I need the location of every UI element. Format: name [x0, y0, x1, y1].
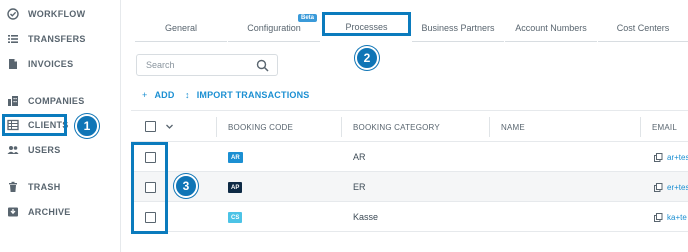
tab-business-partners[interactable]: Business Partners — [412, 14, 504, 42]
booking-code-badge: AP — [228, 182, 243, 193]
select-all-checkbox[interactable] — [145, 121, 156, 132]
table-row[interactable]: AP ER er+tes — [131, 172, 688, 202]
booking-category-cell: Kasse — [353, 212, 379, 222]
sidebar-item-label: TRANSFERS — [28, 34, 86, 44]
column-divider — [640, 117, 641, 137]
archive-icon — [6, 205, 20, 219]
search-input[interactable]: Search — [136, 54, 278, 76]
column-header-email[interactable]: EMAIL — [652, 111, 677, 143]
tab-label: Account Numbers — [515, 22, 587, 33]
step-1-badge: 1 — [75, 114, 99, 138]
booking-category-cell: ER — [353, 182, 366, 192]
clients-highlight-box — [2, 114, 67, 136]
sidebar-item-label: USERS — [28, 145, 61, 155]
tab-label: General — [164, 22, 198, 33]
booking-category-cell: AR — [353, 152, 366, 162]
booking-code-badge: AR — [228, 152, 243, 163]
tab-account-numbers[interactable]: Account Numbers — [505, 14, 597, 42]
email-cell[interactable]: ka+te — [654, 202, 687, 232]
sidebar-item-trash[interactable]: TRASH — [6, 177, 61, 197]
sidebar-item-users[interactable]: USERS — [6, 140, 61, 160]
tab-label: Processes — [345, 22, 388, 32]
table-header: BOOKING CODE BOOKING CATEGORY NAME EMAIL — [131, 110, 688, 142]
sidebar-item-archive[interactable]: ARCHIVE — [6, 202, 71, 222]
plus-icon: + — [142, 90, 148, 100]
beta-badge: Beta — [298, 14, 318, 22]
table-row[interactable]: CS Kasse ka+te — [131, 202, 688, 232]
column-header-booking-category[interactable]: BOOKING CATEGORY — [353, 111, 440, 143]
email-text: er+tes — [667, 182, 688, 192]
tab-cost-centers[interactable]: Cost Centers — [598, 14, 688, 42]
column-divider — [341, 117, 342, 137]
sidebar-item-label: WORKFLOW — [28, 9, 86, 19]
email-text: ka+te — [667, 212, 687, 222]
column-header-name[interactable]: NAME — [501, 111, 525, 143]
column-header-booking-code[interactable]: BOOKING CODE — [228, 111, 293, 143]
table-row[interactable]: AR AR ar+tes — [131, 142, 688, 172]
booking-code-badge: CS — [228, 212, 243, 223]
column-divider — [216, 117, 217, 137]
copy-icon[interactable] — [654, 152, 663, 162]
sort-arrows-icon: ↕ — [185, 90, 190, 100]
search-placeholder: Search — [146, 60, 175, 70]
users-icon — [6, 143, 20, 157]
sidebar-item-invoices[interactable]: INVOICES — [6, 54, 73, 74]
add-button[interactable]: + ADD — [142, 90, 175, 100]
building-icon — [6, 94, 20, 108]
tab-processes[interactable]: Processes — [322, 12, 411, 36]
email-text: ar+tes — [667, 152, 688, 162]
sidebar-item-label: INVOICES — [28, 59, 74, 69]
email-cell[interactable]: ar+tes — [654, 142, 688, 172]
search-icon[interactable] — [256, 59, 269, 72]
sidebar-item-label: COMPANIES — [28, 96, 85, 106]
tab-label: Business Partners — [421, 22, 495, 33]
document-icon — [6, 57, 20, 71]
sidebar-item-transfers[interactable]: TRANSFERS — [6, 29, 86, 49]
copy-icon[interactable] — [654, 182, 663, 192]
sidebar-item-workflow[interactable]: WORKFLOW — [6, 4, 85, 24]
chevron-down-icon[interactable] — [165, 122, 174, 131]
copy-icon[interactable] — [654, 212, 663, 222]
tab-label: Configuration — [247, 22, 301, 33]
step-3-badge: 3 — [174, 174, 198, 198]
row-checkboxes-highlight-box — [131, 142, 168, 234]
tab-label: Cost Centers — [616, 22, 670, 33]
sidebar-item-companies[interactable]: COMPANIES — [6, 91, 85, 111]
import-label: IMPORT TRANSACTIONS — [196, 90, 310, 100]
trash-icon — [6, 180, 20, 194]
import-transactions-button[interactable]: ↕ IMPORT TRANSACTIONS — [185, 90, 310, 100]
step-2-badge: 2 — [355, 46, 379, 70]
add-label: ADD — [154, 90, 175, 100]
email-cell[interactable]: er+tes — [654, 172, 688, 202]
list-icon — [6, 32, 20, 46]
sidebar-item-label: ARCHIVE — [28, 207, 71, 217]
column-divider — [489, 117, 490, 137]
tab-general[interactable]: General — [135, 14, 227, 42]
sidebar-item-label: TRASH — [28, 182, 61, 192]
check-circle-icon — [6, 7, 20, 21]
